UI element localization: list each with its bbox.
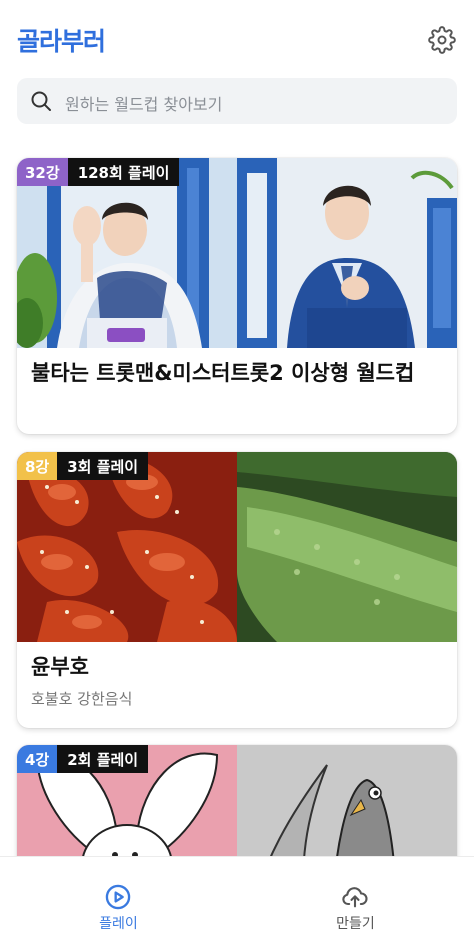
thumbnail-right (237, 452, 457, 642)
thumbnail-right (237, 158, 457, 348)
nav-label-create: 만들기 (336, 916, 375, 932)
card-badges: 4강 2회 플레이 (17, 745, 149, 773)
photo-man-waving (17, 158, 237, 348)
gear-icon[interactable] (428, 26, 456, 54)
thumbnail-left (17, 452, 237, 642)
search-icon (31, 91, 51, 111)
card-subtitle: 호불호 강한음식 (31, 690, 133, 708)
photo-man-blue-suit (237, 158, 457, 348)
top-header: 골라부러 (0, 0, 474, 80)
card-badges: 8강 3회 플레이 (17, 452, 149, 480)
worldcup-card[interactable]: 8강 3회 플레이 윤부호 호불호 강한음식 (17, 452, 457, 728)
photo-spicy-chicken-feet (17, 452, 237, 642)
app-logo[interactable]: 골라부러 (17, 22, 106, 58)
play-count-badge: 3회 플레이 (57, 452, 149, 480)
worldcup-card[interactable]: 32강 128회 플레이 불타는 트롯맨&미스터트롯2 이상형 월드컵 (17, 158, 457, 434)
cloud-upload-icon (342, 887, 368, 908)
card-thumbnails (17, 452, 457, 642)
round-badge: 8강 (17, 452, 58, 480)
nav-item-play[interactable]: 플레이 (0, 857, 237, 937)
search-bar[interactable]: 원하는 월드컵 찾아보기 (17, 78, 457, 124)
play-count-badge: 2회 플레이 (57, 745, 149, 773)
nav-label-play: 플레이 (99, 916, 138, 932)
app-screen: 골라부러 원하는 월드컵 찾아보기 32강 128회 플레이 불타는 트롯맨&미… (0, 0, 474, 937)
round-badge: 4강 (17, 745, 58, 773)
round-badge: 32강 (17, 158, 68, 186)
bottom-navigation: 플레이 만들기 (0, 856, 474, 937)
card-title: 불타는 트롯맨&미스터트롯2 이상형 월드컵 (31, 361, 415, 385)
play-count-badge: 128회 플레이 (67, 158, 180, 186)
nav-item-create[interactable]: 만들기 (237, 857, 474, 937)
card-title: 윤부호 (31, 655, 89, 679)
play-circle-icon (105, 884, 131, 910)
photo-cucumber (237, 452, 457, 642)
card-badges: 32강 128회 플레이 (17, 158, 180, 186)
thumbnail-left (17, 158, 237, 348)
search-placeholder[interactable]: 원하는 월드컵 찾아보기 (65, 91, 222, 115)
card-thumbnails (17, 158, 457, 348)
